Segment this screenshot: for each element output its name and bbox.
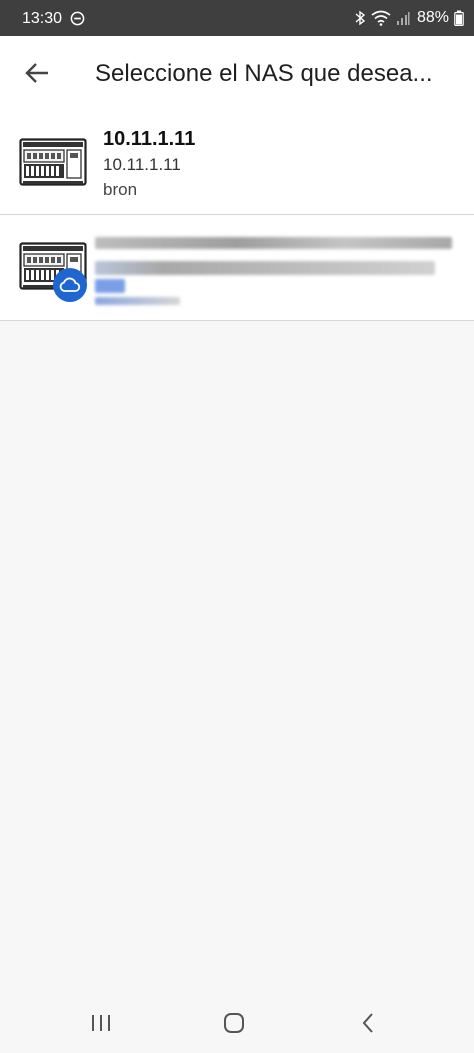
cloud-badge: [53, 268, 87, 302]
battery-icon: [454, 10, 464, 26]
obscured-address: [95, 261, 435, 275]
battery-percent: 88%: [416, 9, 449, 26]
bluetooth-icon: [355, 10, 366, 26]
nas-user: bron: [103, 180, 138, 199]
arrow-back-icon: [25, 63, 48, 83]
status-time: 13:30: [22, 10, 63, 27]
status-right-group: 88%: [354, 8, 464, 28]
obscured-name: [95, 237, 452, 249]
app-bar: Seleccione el NAS que desea...: [0, 36, 474, 110]
recent-apps-icon: [92, 1015, 110, 1031]
back-button[interactable]: [18, 56, 56, 90]
back-icon: [362, 1013, 373, 1033]
home-icon: [224, 1013, 244, 1033]
dnd-icon: [70, 11, 85, 26]
signal-icon: [396, 12, 410, 25]
status-bar: 13:30 88%: [0, 0, 474, 36]
home-button[interactable]: [214, 1008, 254, 1038]
page-title: Seleccione el NAS que desea...: [95, 60, 433, 87]
nas-address: 10.11.1.11: [103, 155, 181, 174]
system-back-button[interactable]: [348, 1008, 388, 1038]
nas-icon: [19, 138, 87, 186]
nav-bar: [0, 992, 474, 1053]
obscured-detail: [95, 279, 125, 293]
recent-apps-button[interactable]: [81, 1008, 121, 1038]
nas-name: 10.11.1.11: [103, 128, 196, 150]
cloud-icon: [59, 277, 81, 292]
obscured-user: [95, 297, 180, 305]
wifi-icon: [371, 10, 391, 26]
